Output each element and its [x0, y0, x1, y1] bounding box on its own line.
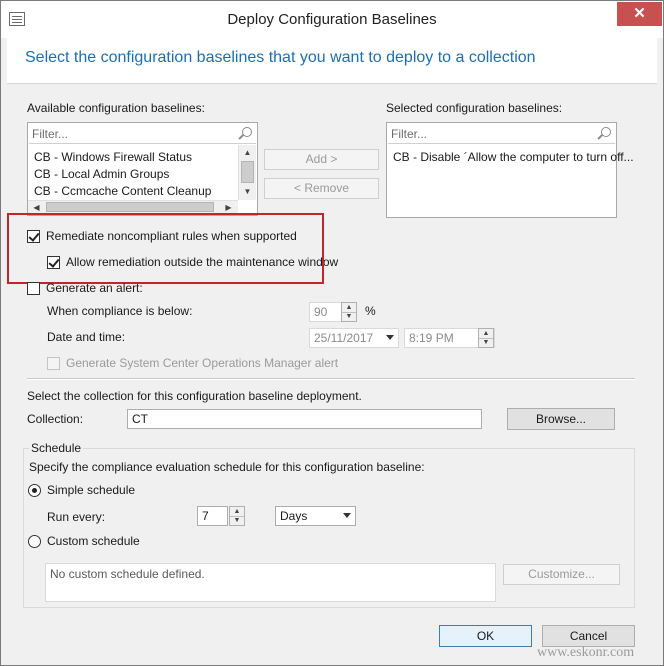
generate-alert-checkbox[interactable]: [27, 282, 40, 295]
ok-button[interactable]: OK: [439, 625, 532, 647]
spin-down-icon[interactable]: ▼: [342, 312, 356, 321]
percent-sign: %: [365, 304, 376, 318]
custom-schedule-description: No custom schedule defined.: [45, 563, 496, 602]
custom-schedule-label: Custom schedule: [47, 534, 140, 548]
header-instruction: Select the configuration baselines that …: [25, 49, 536, 66]
run-every-input[interactable]: 7: [197, 506, 228, 526]
custom-schedule-radio[interactable]: [28, 535, 41, 548]
alert-date-value: 25/11/2017: [314, 331, 374, 345]
search-icon[interactable]: [601, 127, 611, 137]
search-icon[interactable]: [242, 127, 252, 137]
scroll-thumb[interactable]: [241, 161, 254, 183]
compliance-below-label: When compliance is below:: [47, 304, 193, 318]
scroll-up-icon[interactable]: ▲: [240, 145, 255, 160]
available-baselines-list[interactable]: Filter... CB - Windows Firewall Status C…: [27, 122, 258, 216]
schedule-unit-select[interactable]: Days: [275, 506, 356, 526]
list-item[interactable]: CB - Windows Firewall Status: [34, 150, 192, 164]
selected-baselines-list[interactable]: Filter... CB - Disable ´Allow the comput…: [386, 122, 634, 218]
schedule-unit-value: Days: [280, 509, 308, 523]
time-spinner[interactable]: ▲ ▼: [478, 328, 494, 348]
chevron-down-icon[interactable]: [343, 513, 351, 518]
compliance-spinner[interactable]: ▲ ▼: [341, 302, 357, 322]
run-every-spinner[interactable]: ▲ ▼: [229, 506, 245, 526]
collection-label: Collection:: [27, 412, 84, 426]
scroll-thumb-horizontal[interactable]: [46, 202, 214, 212]
cancel-button[interactable]: Cancel: [542, 625, 635, 647]
scom-alert-checkbox[interactable]: [47, 357, 60, 370]
dialog-header: Select the configuration baselines that …: [7, 38, 657, 84]
section-divider: [27, 378, 635, 380]
close-button[interactable]: ✕: [617, 2, 662, 26]
add-button[interactable]: Add >: [264, 149, 379, 170]
highlight-annotation: [7, 213, 324, 284]
chevron-down-icon[interactable]: [386, 335, 394, 340]
schedule-group-title: Schedule: [29, 441, 84, 455]
collection-field[interactable]: CT: [127, 409, 482, 429]
watermark: www.eskonr.com: [537, 645, 635, 660]
customize-button[interactable]: Customize...: [503, 564, 620, 585]
window-title: Deploy Configuration Baselines: [227, 11, 437, 28]
list-item[interactable]: CB - Disable ´Allow the computer to turn…: [393, 150, 634, 164]
alert-date-picker[interactable]: 25/11/2017: [309, 328, 399, 348]
vertical-scrollbar[interactable]: ▲ ▼: [238, 145, 256, 200]
list-item[interactable]: CB - Ccmcache Content Cleanup: [34, 184, 211, 198]
selected-filter-input[interactable]: Filter...: [388, 124, 615, 144]
run-every-label: Run every:: [47, 510, 106, 524]
alert-time-value: 8:19 PM: [409, 331, 454, 345]
available-filter-input[interactable]: Filter...: [29, 124, 256, 144]
scroll-down-icon[interactable]: ▼: [240, 184, 255, 199]
date-time-label: Date and time:: [47, 330, 126, 344]
deploy-dialog: Deploy Configuration Baselines ✕ Select …: [0, 0, 664, 666]
remove-button[interactable]: < Remove: [264, 178, 379, 199]
spin-down-icon[interactable]: ▼: [230, 516, 244, 525]
schedule-instruction: Specify the compliance evaluation schedu…: [29, 460, 425, 474]
available-baselines-label: Available configuration baselines:: [27, 101, 205, 115]
simple-schedule-label: Simple schedule: [47, 483, 136, 497]
list-item[interactable]: CB - Local Admin Groups: [34, 167, 169, 181]
scom-alert-label: Generate System Center Operations Manage…: [66, 356, 339, 370]
horizontal-scrollbar[interactable]: ◀ ▶: [28, 200, 238, 214]
browse-button[interactable]: Browse...: [507, 408, 615, 430]
title-bar: Deploy Configuration Baselines ✕: [1, 1, 663, 38]
selected-baselines-label: Selected configuration baselines:: [386, 101, 563, 115]
simple-schedule-radio[interactable]: [28, 484, 41, 497]
spin-down-icon[interactable]: ▼: [479, 338, 493, 347]
generate-alert-label: Generate an alert:: [46, 281, 143, 295]
collection-instruction: Select the collection for this configura…: [27, 389, 362, 403]
